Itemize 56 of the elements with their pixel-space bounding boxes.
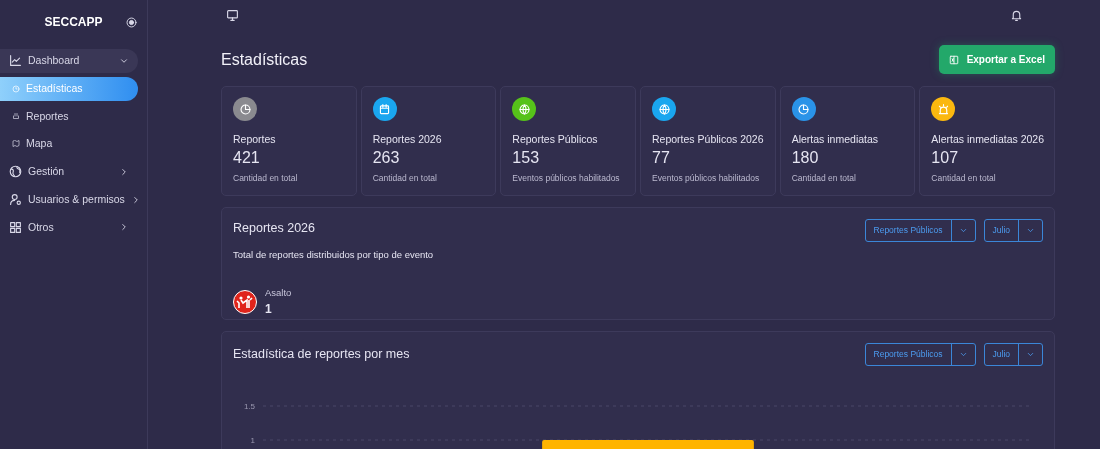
sidebar-item[interactable]: Dashboard [0, 49, 138, 73]
stat-caption: Cantidad en total [233, 172, 299, 186]
radio-icon [126, 16, 137, 28]
stat-value: 421 [233, 147, 261, 168]
stat-value: 77 [652, 147, 671, 168]
sidebar-subitem[interactable]: Mapa [0, 132, 138, 156]
assault-event-icon [233, 290, 257, 315]
chart-line-icon [9, 54, 22, 68]
clock-icon [12, 84, 20, 93]
panel-title: Estadística de reportes por mes [233, 346, 410, 364]
stat-value: 263 [372, 147, 401, 168]
page-title: Estadísticas [221, 49, 308, 70]
stat-caption: Eventos públicos habilitados [512, 172, 621, 186]
stat-title: Reportes Públicos [512, 133, 599, 146]
stat-value: 153 [512, 147, 541, 168]
stat-title: Reportes 2026 [372, 133, 443, 146]
stat-title: Alertas inmediatas [791, 133, 880, 146]
y-tick-label: 1.5 [243, 401, 255, 411]
chevron-down-icon [1026, 350, 1035, 359]
globe-icon [517, 102, 531, 116]
stat-value: 107 [931, 147, 960, 168]
chevron-down-icon [1026, 226, 1035, 235]
panel-title: Reportes 2026 [233, 220, 316, 238]
event-count: 1 [265, 301, 273, 319]
stat-title: Alertas inmediatas 2026 [931, 133, 1044, 146]
sidebar-subitem[interactable]: Reportes [0, 104, 138, 129]
globe-icon [657, 102, 671, 116]
chevron-down-icon [958, 350, 968, 359]
stat-title: Reportes Públicos 2026 [652, 133, 764, 146]
monitor-icon [226, 8, 239, 22]
y-tick-label: 1 [250, 435, 255, 445]
siren-icon [936, 102, 950, 116]
sidebar-item[interactable]: Otros [0, 215, 138, 240]
tray-icon [12, 112, 20, 121]
stat-caption: Cantidad en total [372, 172, 438, 186]
stat-value: 180 [791, 147, 820, 168]
sidebar-item[interactable]: Gestión [0, 160, 138, 184]
stat-title: Reportes [233, 133, 277, 146]
stat-caption: Cantidad en total [791, 172, 857, 186]
panel-subtitle: Total de reportes distribuidos por tipo de evento [233, 247, 434, 262]
chevron-right-icon [119, 222, 129, 233]
calendar-icon [378, 102, 392, 116]
grid-icon [9, 220, 22, 234]
bell-icon [1010, 8, 1023, 22]
sidebar-item[interactable]: Usuarios & permisos [0, 187, 138, 212]
brand-title: SECCAPP [44, 14, 103, 31]
stat-caption: Cantidad en total [931, 172, 997, 186]
map-icon [12, 140, 20, 149]
globe-icon [9, 165, 22, 179]
spreadsheet-icon [948, 54, 959, 65]
chevron-right-icon [119, 166, 129, 177]
pie-chart-icon [797, 102, 811, 116]
stat-caption: Eventos públicos habilitados [652, 172, 761, 186]
chevron-down-icon [958, 226, 968, 235]
event-name: Asalto [265, 286, 292, 301]
pie-chart-icon [238, 102, 252, 116]
